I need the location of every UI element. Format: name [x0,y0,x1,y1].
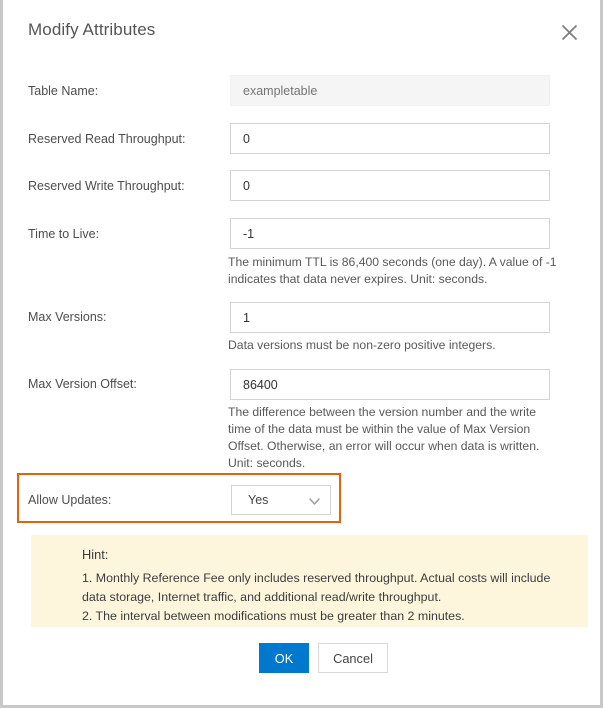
time-to-live-helper-text: The minimum TTL is 86,400 seconds (one d… [228,255,557,286]
allow-updates-field: Yes [231,485,331,515]
max-version-offset-helper-text: The difference between the version numbe… [228,405,540,470]
ok-button[interactable]: OK [259,643,309,673]
reserved-write-throughput-input[interactable] [230,170,550,201]
hint-line-2: 2. The interval between modifications mu… [82,609,465,623]
table-name-label: Table Name: [28,84,99,98]
reserved-write-throughput-label: Reserved Write Throughput: [28,179,185,193]
time-to-live-input[interactable] [230,218,550,249]
hint-line-1: 1. Monthly Reference Fee only includes r… [82,571,551,604]
time-to-live-label: Time to Live: [28,227,100,241]
max-version-offset-label: Max Version Offset: [28,377,137,391]
time-to-live-field [230,218,550,249]
close-icon[interactable] [556,19,582,45]
max-versions-label: Max Versions: [28,310,107,324]
page-title: Modify Attributes [28,20,156,39]
dialog-footer: OK Cancel [3,643,600,673]
reserved-write-throughput-field [230,170,550,201]
max-version-offset-field [230,369,550,400]
allow-updates-select[interactable]: Yes [231,485,331,515]
reserved-read-throughput-label: Reserved Read Throughput: [28,132,186,146]
dialog-header: Modify Attributes [3,0,600,62]
modify-attributes-dialog: Modify Attributes Table Name: Reserved R… [0,0,603,708]
allow-updates-label: Allow Updates: [28,493,112,507]
cancel-button[interactable]: Cancel [318,643,388,673]
max-version-offset-input[interactable] [230,369,550,400]
reserved-read-throughput-input[interactable] [230,123,550,154]
reserved-read-throughput-field [230,123,550,154]
allow-updates-selected-value: Yes [248,493,269,507]
hint-title: Hint: [82,547,109,562]
chevron-down-icon [308,495,321,508]
max-versions-input[interactable] [230,302,550,333]
table-name-field [230,75,550,106]
max-versions-helper-text: Data versions must be non-zero positive … [228,338,496,352]
max-versions-field [230,302,550,333]
table-name-input [230,75,550,106]
hint-panel: Hint: 1. Monthly Reference Fee only incl… [31,535,588,627]
